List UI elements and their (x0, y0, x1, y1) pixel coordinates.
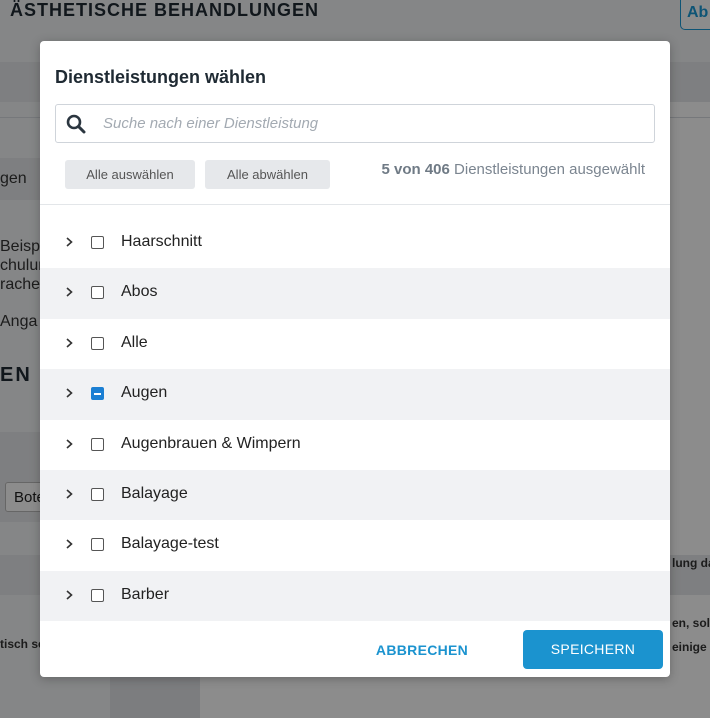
list-item[interactable]: Alle (40, 319, 670, 369)
checkbox[interactable] (91, 538, 104, 552)
chevron-right-icon[interactable] (62, 285, 76, 299)
chevron-right-icon[interactable] (62, 386, 76, 400)
checkbox[interactable] (91, 236, 104, 249)
list-item[interactable]: Balayage (40, 469, 670, 521)
list-item[interactable]: Balayage-test (40, 520, 670, 570)
select-all-button[interactable]: Alle auswählen (65, 160, 195, 189)
list-item-label: Alle (121, 333, 148, 351)
search-box (55, 104, 655, 143)
list-item[interactable]: Barber (40, 570, 670, 622)
list-item-label: Barber (121, 585, 170, 603)
chevron-right-icon[interactable] (62, 235, 76, 249)
selection-count-number: 5 von 406 (381, 161, 450, 178)
chevron-right-icon[interactable] (62, 537, 76, 551)
checkbox[interactable] (91, 286, 104, 300)
list-item[interactable]: Abos (40, 268, 670, 319)
chevron-right-icon[interactable] (62, 588, 76, 602)
checkbox[interactable] (91, 437, 104, 451)
chevron-right-icon[interactable] (62, 336, 76, 350)
deselect-all-button[interactable]: Alle abwählen (205, 160, 330, 189)
search-input[interactable] (103, 105, 643, 142)
list-item[interactable]: Augenbrauen & Wimpern (40, 420, 670, 470)
selection-count-label: Dienstleistungen ausgewählt (454, 161, 645, 178)
list-item-label: Balayage (121, 484, 188, 502)
search-icon (66, 114, 86, 134)
list-item[interactable]: Augen (40, 369, 670, 420)
list-item[interactable]: Haarschnitt (40, 218, 670, 268)
checkbox-partial[interactable] (91, 387, 104, 401)
divider (40, 204, 670, 205)
save-button[interactable]: SPEICHERN (523, 630, 663, 669)
cancel-button[interactable]: ABBRECHEN (362, 630, 482, 670)
checkbox[interactable] (91, 487, 104, 501)
chevron-right-icon[interactable] (62, 437, 76, 451)
dialog-title: Dienstleistungen wählen (55, 67, 267, 87)
checkbox[interactable] (91, 588, 104, 602)
services-dialog: Dienstleistungen wählen Alle auswählen A… (40, 41, 670, 677)
selection-count: 5 von 406 Dienstleistungen ausgewählt (381, 161, 645, 178)
list-item-label: Augenbrauen & Wimpern (121, 434, 301, 452)
chevron-right-icon[interactable] (62, 487, 76, 501)
list-item-label: Abos (121, 283, 158, 301)
list-item-label: Augen (121, 384, 168, 402)
list-item-label: Haarschnitt (121, 233, 202, 250)
services-list[interactable]: Haarschnitt Abos Alle Augen Augenbrauen … (40, 218, 670, 624)
checkbox[interactable] (91, 336, 104, 350)
list-item-label: Balayage-test (121, 535, 219, 553)
